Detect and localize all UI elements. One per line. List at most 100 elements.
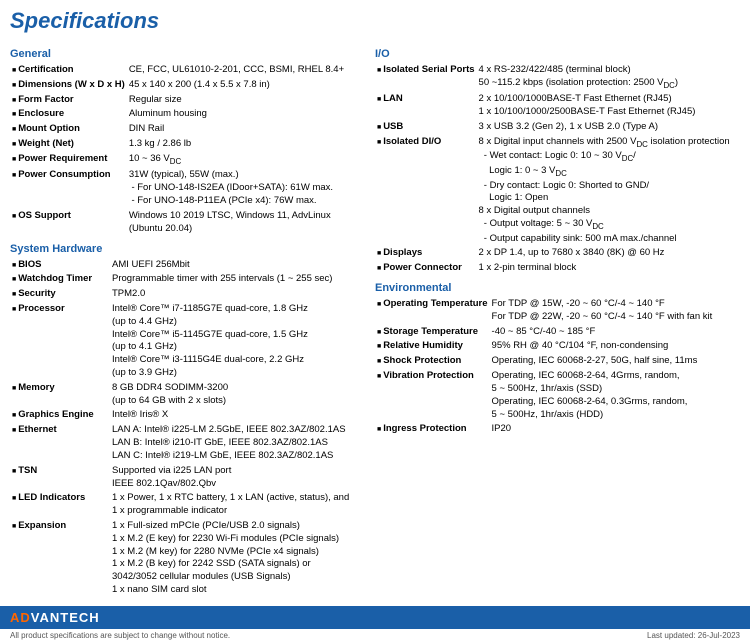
- section-io-title: I/O: [375, 48, 740, 60]
- value-graphics: Intel® Iris® X: [110, 408, 365, 423]
- env-table: Operating Temperature For TDP @ 15W, -20…: [375, 297, 740, 437]
- table-row: Graphics Engine Intel® Iris® X: [10, 408, 365, 423]
- footer-bottom: All product specifications are subject t…: [0, 629, 750, 642]
- value-power-req: 10 ~ 36 VDC: [127, 152, 365, 169]
- table-row: LED Indicators 1 x Power, 1 x RTC batter…: [10, 491, 365, 519]
- value-bios: AMI UEFI 256Mbit: [110, 258, 365, 273]
- value-displays: 2 x DP 1.4, up to 7680 x 3840 (8K) @ 60 …: [477, 246, 740, 261]
- value-power-consumption: 31W (typical), 55W (max.) - For UNO-148-…: [127, 168, 365, 208]
- footer-note-right: Last updated: 26-Jul-2023: [647, 631, 740, 640]
- table-row: USB 3 x USB 3.2 (Gen 2), 1 x USB 2.0 (Ty…: [375, 120, 740, 135]
- value-certification: CE, FCC, UL61010-2-201, CCC, BSMI, RHEL …: [127, 63, 365, 78]
- value-shock: Operating, IEC 60068-2-27, 50G, half sin…: [490, 354, 740, 369]
- value-memory: 8 GB DDR4 SODIMM-3200 (up to 64 GB with …: [110, 381, 365, 409]
- footer-brand: ADVANTECH: [10, 610, 100, 625]
- section-system-hw-title: System Hardware: [10, 243, 365, 255]
- label-watchdog: Watchdog Timer: [10, 272, 110, 287]
- value-expansion: 1 x Full-sized mPCIe (PCIe/USB 2.0 signa…: [110, 519, 365, 598]
- table-row: Power Consumption 31W (typical), 55W (ma…: [10, 168, 365, 208]
- label-ingress: Ingress Protection: [375, 422, 490, 437]
- section-general-title: General: [10, 48, 365, 60]
- table-row: Form Factor Regular size: [10, 93, 365, 108]
- two-column-layout: General Certification CE, FCC, UL61010-2…: [10, 42, 740, 598]
- table-row: Isolated Serial Ports 4 x RS-232/422/485…: [375, 63, 740, 92]
- footer-note-left: All product specifications are subject t…: [10, 631, 230, 640]
- table-row: Isolated DI/O 8 x Digital input channels…: [375, 135, 740, 247]
- table-row: Mount Option DIN Rail: [10, 122, 365, 137]
- label-humidity: Relative Humidity: [375, 339, 490, 354]
- value-serial-ports: 4 x RS-232/422/485 (terminal block) 50 ~…: [477, 63, 740, 92]
- label-tsn: TSN: [10, 464, 110, 492]
- table-row: Displays 2 x DP 1.4, up to 7680 x 3840 (…: [375, 246, 740, 261]
- table-row: Power Requirement 10 ~ 36 VDC: [10, 152, 365, 169]
- table-row: Enclosure Aluminum housing: [10, 107, 365, 122]
- label-memory: Memory: [10, 381, 110, 409]
- value-dimensions: 45 x 140 x 200 (1.4 x 5.5 x 7.8 in): [127, 78, 365, 93]
- brand-prefix: AD: [10, 610, 31, 625]
- table-row: Weight (Net) 1.3 kg / 2.86 lb: [10, 137, 365, 152]
- label-lan: LAN: [375, 92, 477, 120]
- brand-suffix: VANTECH: [31, 610, 100, 625]
- label-certification: Certification: [10, 63, 127, 78]
- section-env-title: Environmental: [375, 282, 740, 294]
- label-power-consumption: Power Consumption: [10, 168, 127, 208]
- label-form-factor: Form Factor: [10, 93, 127, 108]
- footer: ADVANTECH: [0, 606, 750, 629]
- label-storage-temp: Storage Temperature: [375, 325, 490, 340]
- label-power-req: Power Requirement: [10, 152, 127, 169]
- table-row: Watchdog Timer Programmable timer with 2…: [10, 272, 365, 287]
- table-row: Ethernet LAN A: Intel® i225-LM 2.5GbE, I…: [10, 423, 365, 463]
- table-row: Ingress Protection IP20: [375, 422, 740, 437]
- value-dio: 8 x Digital input channels with 2500 VDC…: [477, 135, 740, 247]
- table-row: Security TPM2.0: [10, 287, 365, 302]
- label-bios: BIOS: [10, 258, 110, 273]
- table-row: Certification CE, FCC, UL61010-2-201, CC…: [10, 63, 365, 78]
- value-humidity: 95% RH @ 40 °C/104 °F, non-condensing: [490, 339, 740, 354]
- value-mount-option: DIN Rail: [127, 122, 365, 137]
- label-security: Security: [10, 287, 110, 302]
- label-serial-ports: Isolated Serial Ports: [375, 63, 477, 92]
- table-row: Operating Temperature For TDP @ 15W, -20…: [375, 297, 740, 325]
- table-row: Storage Temperature -40 ~ 85 °C/-40 ~ 18…: [375, 325, 740, 340]
- label-vibration: Vibration Protection: [375, 369, 490, 422]
- io-table: Isolated Serial Ports 4 x RS-232/422/485…: [375, 63, 740, 276]
- label-os-support: OS Support: [10, 209, 127, 237]
- label-graphics: Graphics Engine: [10, 408, 110, 423]
- label-mount-option: Mount Option: [10, 122, 127, 137]
- value-form-factor: Regular size: [127, 93, 365, 108]
- table-row: OS Support Windows 10 2019 LTSC, Windows…: [10, 209, 365, 237]
- label-power-connector: Power Connector: [375, 261, 477, 276]
- table-row: Shock Protection Operating, IEC 60068-2-…: [375, 354, 740, 369]
- value-power-connector: 1 x 2-pin terminal block: [477, 261, 740, 276]
- label-shock: Shock Protection: [375, 354, 490, 369]
- label-dio: Isolated DI/O: [375, 135, 477, 247]
- table-row: Relative Humidity 95% RH @ 40 °C/104 °F,…: [375, 339, 740, 354]
- system-hw-table: BIOS AMI UEFI 256Mbit Watchdog Timer Pro…: [10, 258, 365, 598]
- value-processor: Intel® Core™ i7-1185G7E quad-core, 1.8 G…: [110, 302, 365, 381]
- table-row: TSN Supported via i225 LAN port IEEE 802…: [10, 464, 365, 492]
- table-row: BIOS AMI UEFI 256Mbit: [10, 258, 365, 273]
- main-container: Specifications General Certification CE,…: [0, 0, 750, 598]
- label-led: LED Indicators: [10, 491, 110, 519]
- table-row: Processor Intel® Core™ i7-1185G7E quad-c…: [10, 302, 365, 381]
- value-op-temp: For TDP @ 15W, -20 ~ 60 °C/-4 ~ 140 °F F…: [490, 297, 740, 325]
- right-column: I/O Isolated Serial Ports 4 x RS-232/422…: [375, 42, 740, 598]
- value-watchdog: Programmable timer with 255 intervals (1…: [110, 272, 365, 287]
- table-row: Memory 8 GB DDR4 SODIMM-3200 (up to 64 G…: [10, 381, 365, 409]
- page-title: Specifications: [10, 8, 740, 34]
- value-lan: 2 x 10/100/1000BASE-T Fast Ethernet (RJ4…: [477, 92, 740, 120]
- label-dimensions: Dimensions (W x D x H): [10, 78, 127, 93]
- value-ingress: IP20: [490, 422, 740, 437]
- label-expansion: Expansion: [10, 519, 110, 598]
- value-os-support: Windows 10 2019 LTSC, Windows 11, AdvLin…: [127, 209, 365, 237]
- value-enclosure: Aluminum housing: [127, 107, 365, 122]
- table-row: Vibration Protection Operating, IEC 6006…: [375, 369, 740, 422]
- label-weight: Weight (Net): [10, 137, 127, 152]
- value-security: TPM2.0: [110, 287, 365, 302]
- table-row: LAN 2 x 10/100/1000BASE-T Fast Ethernet …: [375, 92, 740, 120]
- table-row: Expansion 1 x Full-sized mPCIe (PCIe/USB…: [10, 519, 365, 598]
- label-enclosure: Enclosure: [10, 107, 127, 122]
- label-ethernet: Ethernet: [10, 423, 110, 463]
- value-usb: 3 x USB 3.2 (Gen 2), 1 x USB 2.0 (Type A…: [477, 120, 740, 135]
- value-vibration: Operating, IEC 60068-2-64, 4Grms, random…: [490, 369, 740, 422]
